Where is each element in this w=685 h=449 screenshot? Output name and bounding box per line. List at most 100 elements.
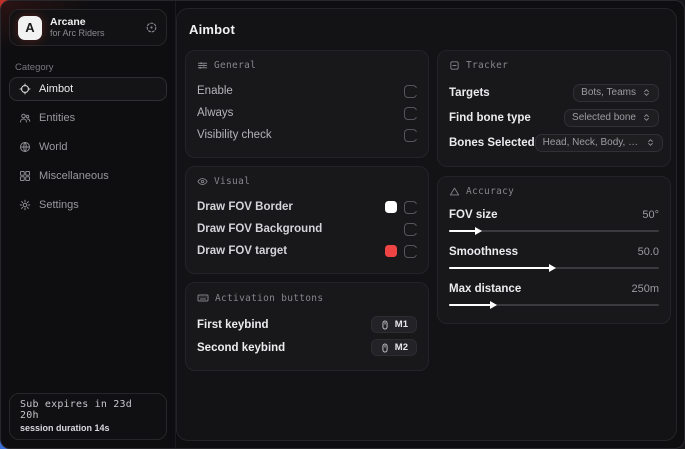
- sidebar-item-settings[interactable]: Settings: [9, 193, 167, 217]
- sidebar-item-label: World: [39, 141, 68, 153]
- eye-icon: [197, 176, 208, 187]
- row-label: FOV size: [449, 209, 498, 221]
- visibility-check-checkbox[interactable]: [404, 129, 417, 142]
- card-title: Tracker: [466, 60, 508, 71]
- sidebar-item-label: Settings: [39, 199, 79, 211]
- select-value: Head, Neck, Body, Fe..: [543, 137, 640, 148]
- visual-row-fov-border: Draw FOV Border: [197, 196, 417, 218]
- select-value: Selected bone: [572, 112, 636, 123]
- row-label: Targets: [449, 87, 490, 99]
- sidebar: A Arcane for Arc Riders Category Aimbot …: [1, 1, 176, 448]
- smoothness-slider[interactable]: [449, 263, 659, 273]
- activation-row-second-keybind: Second keybind M2: [197, 336, 417, 359]
- mouse-icon: [380, 343, 390, 353]
- sidebar-item-world[interactable]: World: [9, 135, 167, 159]
- visual-card: Visual Draw FOV Border Draw FOV Backgrou…: [185, 166, 429, 274]
- category-nav: Aimbot Entities World Miscellaneous Sett…: [1, 77, 175, 217]
- app-window: A Arcane for Arc Riders Category Aimbot …: [0, 0, 685, 449]
- bones-selected-select[interactable]: Head, Neck, Body, Fe..: [535, 134, 663, 152]
- accuracy-card: Accuracy FOV size 50°: [437, 176, 671, 324]
- visual-row-fov-background: Draw FOV Background: [197, 218, 417, 240]
- select-value: Bots, Teams: [581, 87, 636, 98]
- slider-thumb[interactable]: [490, 301, 497, 309]
- brand-name: Arcane: [50, 16, 137, 28]
- right-column: Tracker Targets Bots, Teams Find bone ty…: [437, 50, 671, 324]
- chevron-updown-icon: [642, 88, 651, 97]
- sidebar-item-entities[interactable]: Entities: [9, 106, 167, 130]
- sidebar-item-label: Entities: [39, 112, 75, 124]
- brand-subtitle: for Arc Riders: [50, 28, 137, 38]
- fov-target-color-swatch[interactable]: [385, 245, 397, 257]
- activation-card-header: Activation buttons: [197, 292, 417, 304]
- session-duration-text: session duration 14s: [20, 423, 156, 433]
- tracker-row-bones-selected: Bones Selected Head, Neck, Body, Fe..: [449, 130, 659, 155]
- find-bone-type-select[interactable]: Selected bone: [564, 109, 659, 127]
- subscription-status-box: Sub expires in 23d 20h session duration …: [9, 393, 167, 440]
- keybind-value: M2: [395, 342, 408, 353]
- row-label: Smoothness: [449, 246, 518, 258]
- tracker-row-targets: Targets Bots, Teams: [449, 80, 659, 105]
- fov-size-slider[interactable]: [449, 226, 659, 236]
- main-panel: Aimbot General Enable Always: [176, 8, 677, 441]
- card-title: Activation buttons: [215, 293, 323, 304]
- sidebar-item-aimbot[interactable]: Aimbot: [9, 77, 167, 101]
- tracker-row-find-bone-type: Find bone type Selected bone: [449, 105, 659, 130]
- brand-text: Arcane for Arc Riders: [50, 16, 137, 38]
- general-row-enable: Enable: [197, 80, 417, 102]
- globe-icon: [19, 141, 31, 153]
- card-title: General: [214, 60, 256, 71]
- slider-fill: [449, 230, 476, 232]
- app-logo: A: [18, 16, 42, 40]
- grid-icon: [19, 170, 31, 182]
- keyboard-icon: [197, 292, 209, 304]
- fov-border-checkbox[interactable]: [404, 201, 417, 214]
- tracker-card: Tracker Targets Bots, Teams Find bone ty…: [437, 50, 671, 167]
- sidebar-item-label: Miscellaneous: [39, 170, 109, 182]
- visual-card-header: Visual: [197, 176, 417, 187]
- fov-border-color-swatch[interactable]: [385, 201, 397, 213]
- general-row-visibility-check: Visibility check: [197, 124, 417, 146]
- tracker-card-header: Tracker: [449, 60, 659, 71]
- targets-select[interactable]: Bots, Teams: [573, 84, 659, 102]
- slider-value: 250m: [631, 283, 659, 295]
- users-icon: [19, 112, 31, 124]
- fov-background-checkbox[interactable]: [404, 223, 417, 236]
- row-label: Visibility check: [197, 129, 272, 141]
- row-label: Always: [197, 107, 233, 119]
- accuracy-row-smoothness: Smoothness 50.0: [449, 243, 659, 273]
- visual-row-fov-target: Draw FOV target: [197, 240, 417, 262]
- enable-checkbox[interactable]: [404, 85, 417, 98]
- slider-thumb[interactable]: [475, 227, 482, 235]
- first-keybind-button[interactable]: M1: [371, 316, 417, 333]
- sliders-icon: [197, 60, 208, 71]
- target-icon[interactable]: [145, 21, 158, 34]
- card-title: Accuracy: [466, 186, 514, 197]
- fov-target-checkbox[interactable]: [404, 245, 417, 258]
- category-label: Category: [15, 62, 175, 73]
- sidebar-item-miscellaneous[interactable]: Miscellaneous: [9, 164, 167, 188]
- accuracy-card-header: Accuracy: [449, 186, 659, 197]
- row-label: Draw FOV target: [197, 245, 287, 257]
- row-label: Draw FOV Background: [197, 223, 322, 235]
- mouse-icon: [380, 320, 390, 330]
- keybind-value: M1: [395, 319, 408, 330]
- row-label: Find bone type: [449, 112, 531, 124]
- row-label: Bones Selected: [449, 137, 535, 149]
- slider-fill: [449, 267, 550, 269]
- slider-thumb[interactable]: [549, 264, 556, 272]
- sub-expiry-text: Sub expires in 23d 20h: [20, 399, 156, 421]
- row-label: First keybind: [197, 319, 269, 331]
- left-column: General Enable Always Visibility check: [185, 50, 429, 371]
- slider-value: 50.0: [638, 246, 659, 258]
- row-label: Enable: [197, 85, 233, 97]
- max-distance-slider[interactable]: [449, 300, 659, 310]
- slider-value: 50°: [642, 209, 659, 221]
- general-row-always: Always: [197, 102, 417, 124]
- card-title: Visual: [214, 176, 250, 187]
- row-label: Max distance: [449, 283, 521, 295]
- general-card: General Enable Always Visibility check: [185, 50, 429, 158]
- always-checkbox[interactable]: [404, 107, 417, 120]
- second-keybind-button[interactable]: M2: [371, 339, 417, 356]
- slider-fill: [449, 304, 491, 306]
- row-label: Draw FOV Border: [197, 201, 293, 213]
